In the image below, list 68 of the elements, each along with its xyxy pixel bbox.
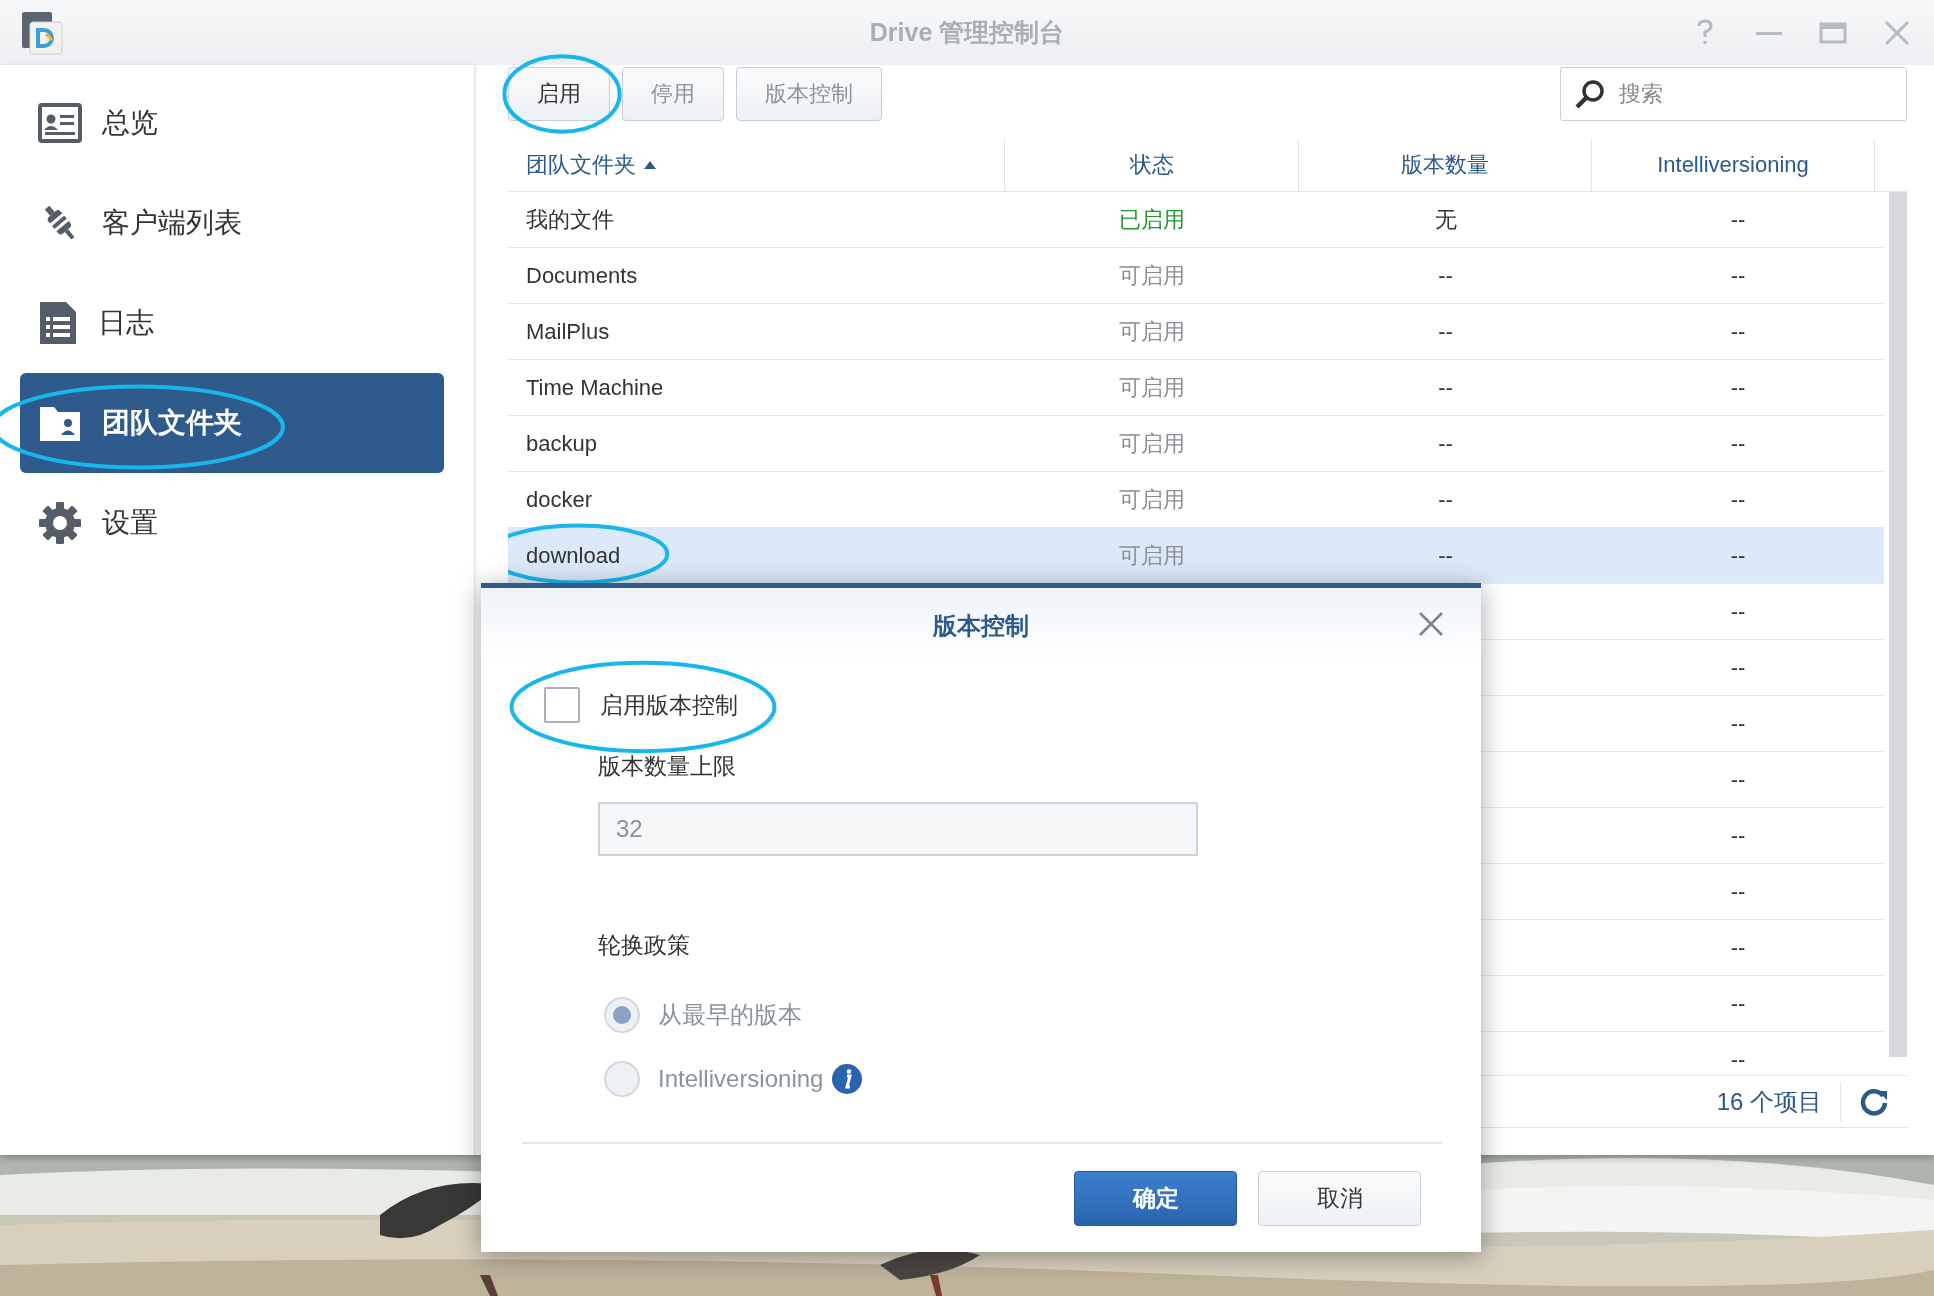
refresh-icon[interactable] (1859, 1086, 1889, 1117)
document-list-icon (38, 300, 78, 346)
table-cell: -- (1438, 430, 1453, 457)
field-label: 轮换政策 (598, 931, 691, 960)
table-cell: docker (526, 486, 593, 513)
table-cell: -- (1730, 766, 1746, 793)
sidebar-item[interactable]: 设置 (20, 473, 444, 573)
table-cell-text: 可启用 (1119, 317, 1185, 346)
table-cell: -- (1730, 822, 1746, 849)
table-cell: -- (1730, 374, 1746, 401)
table-cell: -- (1730, 542, 1746, 569)
column-header[interactable]: 版本数量 (1299, 139, 1592, 191)
table-cell-text: 可启用 (1119, 373, 1185, 402)
column-header[interactable]: 状态 (1005, 139, 1299, 191)
search-field[interactable]: 搜索 (1560, 67, 1907, 121)
table-cell: -- (1730, 990, 1746, 1017)
table-cell-text: 我的文件 (526, 205, 614, 234)
field-label: 版本数量上限 (598, 752, 737, 781)
table-cell: -- (1438, 542, 1453, 569)
column-header[interactable]: 团队文件夹 (508, 139, 1005, 191)
sidebar-item[interactable]: 日志 (20, 273, 444, 373)
table-cell-text: 无 (1434, 205, 1457, 234)
search-icon (1574, 78, 1606, 110)
table-cell: backup (526, 430, 597, 457)
toolbar-button[interactable]: 启用 (508, 67, 610, 121)
table-cell-text: 可启用 (1119, 485, 1185, 514)
item-count: 16 个项目 (1716, 1086, 1822, 1117)
table-cell-text: 已启用 (1119, 205, 1185, 234)
gear-icon (38, 501, 82, 545)
table-cell: -- (1730, 878, 1746, 905)
table-cell-text: 可启用 (1119, 429, 1185, 458)
table-cell: -- (1730, 318, 1746, 345)
table-cell-text: 可启用 (1119, 261, 1185, 290)
sidebar-item[interactable]: 团队文件夹 (20, 373, 444, 473)
table-cell: -- (1438, 374, 1453, 401)
id-card-icon (38, 102, 82, 144)
table-cell: -- (1730, 486, 1746, 513)
checkbox[interactable] (544, 687, 580, 723)
sidebar-item[interactable]: 客户端列表 (20, 173, 444, 273)
confirm-button[interactable]: 确定 (1074, 1170, 1237, 1226)
table-cell: -- (1730, 430, 1746, 457)
table-cell: -- (1730, 934, 1746, 961)
table-cell: Time Machine (526, 374, 664, 401)
table-cell: MailPlus (526, 318, 610, 345)
table-cell: -- (1730, 206, 1746, 233)
table-cell: -- (1438, 486, 1453, 513)
table-cell: -- (1730, 598, 1746, 625)
table-cell: -- (1730, 262, 1746, 289)
table-row[interactable]: download 可启用 -- -- (508, 528, 1884, 584)
table-cell-text: 可启用 (1119, 541, 1185, 570)
scrollbar[interactable] (1889, 192, 1907, 1057)
radio-label: Intelliversioning (658, 1065, 824, 1093)
sidebar-item[interactable]: 总览 (20, 73, 444, 173)
table-cell: -- (1730, 654, 1746, 681)
app-icon (20, 9, 64, 56)
dialog-title: 版本控制 (933, 610, 1029, 641)
table-cell: -- (1730, 710, 1746, 737)
table-cell: -- (1438, 318, 1453, 345)
close-icon[interactable] (1417, 610, 1445, 638)
table-cell: -- (1438, 262, 1453, 289)
table-cell: -- (1730, 1046, 1746, 1073)
window-title: Drive 管理控制台 (869, 17, 1065, 48)
table-cell: download (526, 542, 621, 569)
radio-label: 从最早的版本 (658, 1000, 802, 1030)
cancel-button[interactable]: 取消 (1258, 1170, 1421, 1226)
column-header[interactable]: Intelliversioning (1592, 139, 1875, 191)
table-cell: Documents (526, 262, 638, 289)
checkbox-label: 启用版本控制 (600, 690, 738, 720)
